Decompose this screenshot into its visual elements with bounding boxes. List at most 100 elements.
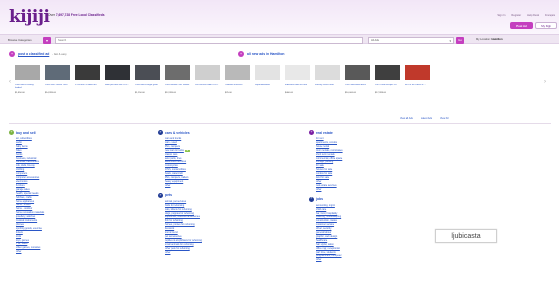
thumb-caption[interactable]: 2007 Ford Escape XLT [375, 84, 400, 92]
subcategory-label[interactable]: part time, students [316, 251, 336, 254]
thumb-item[interactable]: 1994 Buick Regal great $1,250.00 [135, 65, 160, 95]
thumb-caption[interactable]: 2006 Buick century, loaded [15, 84, 40, 92]
subcategory-label[interactable]: real estate services [316, 184, 337, 187]
subcategory-label[interactable]: cars - used [165, 141, 177, 144]
subcategory-label[interactable]: other [165, 251, 170, 254]
subcategory-link[interactable]: other [165, 184, 308, 188]
subcategory-label[interactable]: cameras, camcorders [16, 160, 39, 163]
subcategory-label[interactable]: reptiles & amphibians for rehoming [165, 239, 202, 242]
subcategory-label[interactable]: sporting goods, exercise [16, 227, 42, 230]
subcategory-label[interactable]: jewellery, watches [16, 215, 35, 218]
subcategory-label[interactable]: RVs, campers, trailers [165, 176, 188, 179]
subcategory-label[interactable]: musical instruments [16, 219, 37, 222]
subcategory-label[interactable]: horses, ponies for rehoming [165, 223, 195, 226]
subcategory-label[interactable]: cds, dvds, blu-ray [16, 164, 35, 167]
category-title[interactable]: pets [165, 193, 172, 197]
category-header[interactable]: » jobs [309, 196, 459, 202]
subcategory-label[interactable]: cars and trucks [165, 137, 181, 140]
subcategory-label[interactable]: land for sale [316, 176, 329, 179]
thumb-caption[interactable]: PROFESSIONAL DUCT [195, 84, 220, 92]
browse-categories-button[interactable]: ▾ [43, 36, 51, 44]
thumb-item[interactable]: PROFESSIONAL DUCT [195, 65, 220, 95]
location-selector[interactable]: My Location: Hamilton [476, 38, 503, 41]
subcategory-label[interactable]: computers [16, 172, 27, 175]
my-kijiji-button[interactable]: My Kijiji [535, 22, 557, 29]
thumb-item[interactable]: 2009 GMC Sierra 1500 $14,995.00 [45, 65, 70, 95]
thumb-caption[interactable]: 1992 Mercedes-Benz [345, 84, 370, 92]
subcategory-label[interactable]: health, special needs [16, 192, 38, 195]
thumb-caption[interactable]: Ideal pre-fam sale 18 v... [105, 84, 130, 92]
subcategory-label[interactable]: general labour [316, 231, 331, 234]
subcategory-label[interactable]: dogs, puppies for rehoming [165, 212, 194, 215]
subcategory-label[interactable]: audio [16, 141, 22, 144]
search-input[interactable] [56, 37, 362, 43]
thumb-caption[interactable]: BOOK MOVERS & ... [405, 84, 430, 92]
subcategory-label[interactable]: programmers, computer [316, 254, 342, 257]
sign-in-link[interactable]: Sign In [497, 14, 505, 17]
kijiji-logo[interactable]: kijiji [9, 9, 50, 26]
subcategory-label[interactable]: toys, games [16, 239, 29, 242]
thumb-image[interactable] [165, 65, 190, 80]
subcategory-label[interactable]: short term rentals [316, 153, 335, 156]
thumb-image[interactable] [105, 65, 130, 80]
subcategory-label[interactable]: construction, trades [316, 219, 337, 222]
post-classified-banner[interactable]: + post a classified ad - fast & easy [9, 51, 67, 57]
subcategory-label[interactable]: fish for rehoming [165, 219, 183, 222]
thumb-caption[interactable]: Factory Direct Sofa [315, 84, 340, 92]
subcategory-label[interactable]: condos for sale [316, 172, 332, 175]
subcategory-label[interactable]: tickets [16, 231, 23, 234]
thumb-item[interactable]: STUDENTS WANTED [75, 65, 100, 95]
subcategory-label[interactable]: baby items [16, 145, 28, 148]
subcategory-label[interactable]: other [16, 250, 21, 253]
subcategory-link[interactable]: other [316, 188, 459, 192]
subcategory-label[interactable]: for sale [316, 164, 324, 167]
language-link[interactable]: Français [545, 14, 555, 17]
thumb-image[interactable] [225, 65, 250, 80]
register-link[interactable]: Register [511, 14, 521, 17]
subcategory-label[interactable]: commercial, office space [316, 157, 342, 160]
new-ads-banner[interactable]: + all new ads in Hamilton [238, 51, 285, 57]
thumb-caption[interactable]: Superintendent [255, 84, 280, 92]
thumb-image[interactable] [255, 65, 280, 80]
thumb-item[interactable]: Ottoman 400x500 $25.00 [225, 65, 250, 95]
subcategory-label[interactable]: customer service [316, 223, 334, 226]
subcategory-label[interactable]: driver, security [316, 227, 331, 230]
subcategory-label[interactable]: other [316, 258, 321, 261]
thumb-caption[interactable]: 1994 Buick Regal great [135, 84, 160, 92]
subcategory-label[interactable]: bikes [16, 149, 22, 152]
thumb-image[interactable] [285, 65, 310, 80]
thumb-item[interactable]: 2006 Buick century, loaded $1,850.00 [15, 65, 40, 95]
browse-categories-label[interactable]: Browse Categories [8, 38, 32, 42]
thumb-caption[interactable]: STUDENTS WANTED [75, 84, 100, 92]
subcategory-label[interactable]: auto parts, tires [165, 157, 181, 160]
post-classified-link[interactable]: post a classified ad [18, 52, 49, 56]
thumb-caption[interactable]: 2005 Honda Civic Sedan [165, 84, 190, 92]
view-all-ads-link[interactable]: View all Ads [400, 117, 413, 120]
subcategory-label[interactable]: cats, kittens for rehoming [165, 208, 192, 211]
new-ads-link[interactable]: all new ads in Hamilton [247, 52, 285, 56]
subcategory-label[interactable]: lost & found [165, 231, 178, 234]
subcategory-label[interactable]: business, industrial [16, 157, 36, 160]
subcategory-label[interactable]: classic cars [165, 153, 177, 156]
category-title[interactable]: cars & vehicles [165, 131, 190, 135]
subcategory-link[interactable]: other [16, 250, 159, 254]
thumb-item[interactable]: Industrial room for rent $400.00 [285, 65, 310, 95]
carousel-next-icon[interactable]: › [544, 79, 546, 85]
subcategory-label[interactable]: computer accessories [16, 176, 39, 179]
subcategory-label[interactable]: pet accessories [165, 235, 182, 238]
subcategory-label[interactable]: furniture [16, 184, 25, 187]
subcategory-label[interactable]: house rental [316, 145, 329, 148]
thumb-item[interactable]: 2007 Ford Escape XLT $17,999.00 [375, 65, 400, 95]
carousel-prev-icon[interactable]: ‹ [9, 79, 11, 85]
subcategory-label[interactable]: ATVs, snowmobiles [165, 168, 186, 171]
subcategory-label[interactable]: books [16, 153, 22, 156]
subcategory-label[interactable]: home - outdoor [16, 207, 32, 210]
thumb-item[interactable]: BOOK MOVERS & ... [405, 65, 430, 95]
subcategory-label[interactable]: birds for rehoming [165, 204, 184, 207]
subcategory-label[interactable]: motorcycles [165, 164, 178, 167]
subcategory-label[interactable]: animal, pet services [165, 200, 186, 203]
search-category-select[interactable]: All Ads ▾ [368, 36, 454, 44]
category-title[interactable]: jobs [316, 197, 323, 201]
thumb-image[interactable] [15, 65, 40, 80]
search-go-button[interactable]: Go [456, 36, 464, 44]
